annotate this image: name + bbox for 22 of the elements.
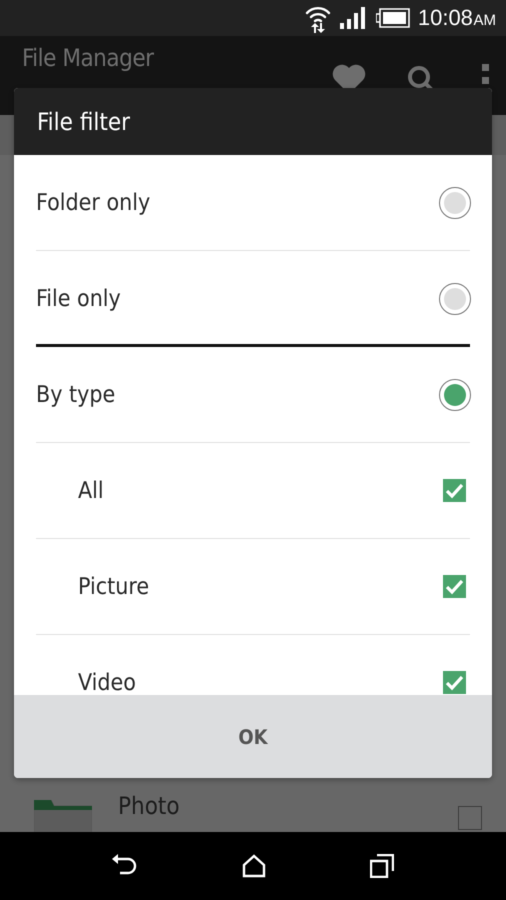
checkbox[interactable] [443, 671, 466, 694]
signal-icon [340, 7, 368, 29]
radio-button[interactable] [439, 186, 471, 218]
radio-button[interactable] [439, 282, 471, 314]
option-label: All [78, 478, 104, 504]
checkbox[interactable] [443, 479, 466, 502]
battery-icon [376, 8, 410, 28]
clock-meridiem: AM [474, 12, 496, 29]
ok-button[interactable]: OK [14, 695, 492, 778]
app-title: File Manager [22, 44, 155, 72]
home-icon[interactable] [242, 854, 266, 878]
recent-apps-icon[interactable] [370, 854, 394, 878]
dialog-title: File filter [14, 88, 492, 155]
clock-time: 10:08 [418, 5, 473, 30]
option-label: Video [78, 670, 136, 695]
folder-name: Photo [118, 791, 181, 820]
option-label: By type [36, 382, 116, 408]
checkbox[interactable] [443, 575, 466, 598]
radio-button[interactable] [439, 378, 471, 410]
option-label: File only [36, 286, 121, 312]
option-label: Picture [78, 574, 150, 600]
option-label: Folder only [36, 190, 150, 216]
